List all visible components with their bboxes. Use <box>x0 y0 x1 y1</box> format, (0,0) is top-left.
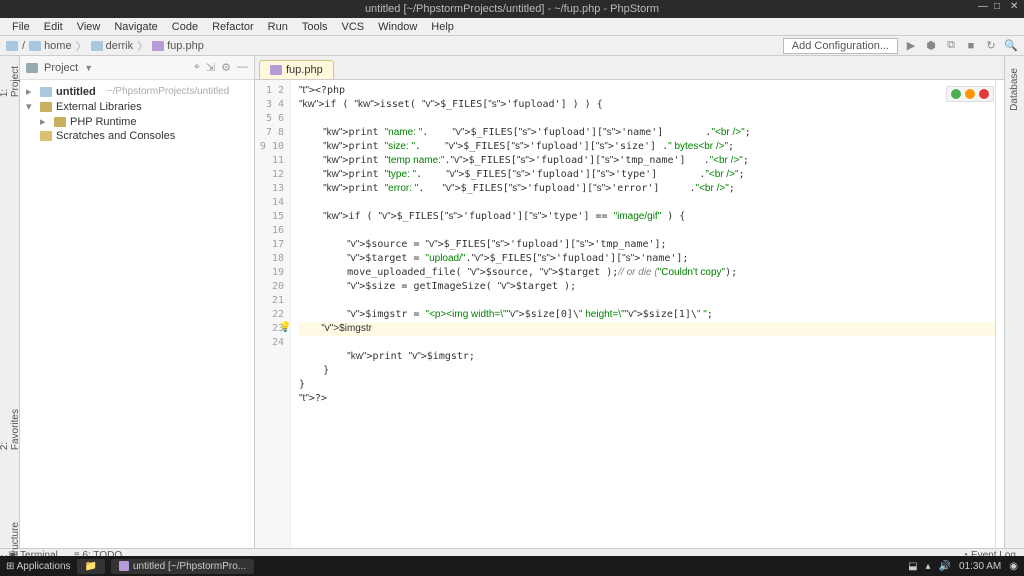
gutter: 1 2 3 4 5 6 7 8 9 10 11 12 13 14 15 16 1… <box>255 80 291 548</box>
folder-icon <box>91 41 103 51</box>
menu-edit[interactable]: Edit <box>38 19 69 35</box>
editor-tabs: fup.php <box>255 56 1004 80</box>
editor-body[interactable]: 1 2 3 4 5 6 7 8 9 10 11 12 13 14 15 16 1… <box>255 80 1004 548</box>
update-icon[interactable]: ↻ <box>984 39 998 53</box>
editor-tab-label: fup.php <box>286 64 323 76</box>
stop-icon[interactable]: ■ <box>964 39 978 53</box>
debug-icon[interactable]: ⬢ <box>924 39 938 53</box>
menu-tools[interactable]: Tools <box>296 19 334 35</box>
menu-vcs[interactable]: VCS <box>336 19 371 35</box>
menu-refactor[interactable]: Refactor <box>206 19 260 35</box>
minimize-icon[interactable]: — <box>978 2 988 12</box>
left-tool-strip: 1: Project 2: Favorites 7: Structure <box>0 56 20 548</box>
search-icon[interactable]: 🔍 <box>1004 39 1018 53</box>
menubar: File Edit View Navigate Code Refactor Ru… <box>0 18 1024 36</box>
close-icon[interactable]: ✕ <box>1010 2 1020 12</box>
menu-code[interactable]: Code <box>166 19 204 35</box>
folder-icon <box>29 41 41 51</box>
sidebar-tab-favorites[interactable]: 2: Favorites <box>0 403 21 456</box>
menu-view[interactable]: View <box>71 19 107 35</box>
breadcrumb-file[interactable]: fup.php <box>152 40 204 52</box>
maximize-icon[interactable]: □ <box>994 2 1004 12</box>
breadcrumb-bar: / home〉 derrik〉 fup.php Add Configuratio… <box>0 36 1024 56</box>
sidebar-tab-database[interactable]: Database <box>1009 62 1020 117</box>
right-tool-strip: Database <box>1004 56 1024 548</box>
chevron-down-icon[interactable]: ▼ <box>84 63 93 73</box>
browser-preview-icons <box>946 86 994 102</box>
right-margin-guide <box>995 80 996 548</box>
tray-user-icon[interactable]: ◉ <box>1009 561 1018 572</box>
library-icon <box>40 102 52 112</box>
menu-file[interactable]: File <box>6 19 36 35</box>
folder-icon <box>6 41 18 51</box>
project-tree[interactable]: ▸untitled ~/PhpstormProjects/untitled ▾E… <box>20 80 254 147</box>
tray-clock[interactable]: 01:30 AM <box>959 561 1001 572</box>
tray-network-icon[interactable]: ▴ <box>926 561 931 572</box>
locate-icon[interactable]: ⌖ <box>194 61 200 74</box>
menu-navigate[interactable]: Navigate <box>108 19 163 35</box>
tray-volume-icon[interactable]: 🔊 <box>939 561 951 572</box>
tree-scratches[interactable]: Scratches and Consoles <box>56 130 175 142</box>
applications-menu[interactable]: ⊞ Applications <box>6 561 71 572</box>
firefox-icon[interactable] <box>965 89 975 99</box>
sidebar-tab-project[interactable]: 1: Project <box>0 60 21 103</box>
intention-bulb-icon[interactable]: 💡 <box>279 322 291 333</box>
code-area[interactable]: "t"><?php "kw">if ( "kw">isset( "v">$_FI… <box>291 80 1004 548</box>
hide-panel-icon[interactable]: — <box>237 61 248 74</box>
editor: fup.php 1 2 3 4 5 6 7 8 9 10 11 12 13 14… <box>255 56 1004 548</box>
folder-icon <box>40 87 52 97</box>
project-panel: Project ▼ ⌖ ⇲ ⚙ — ▸untitled ~/PhpstormPr… <box>20 56 255 548</box>
menu-help[interactable]: Help <box>425 19 460 35</box>
opera-icon[interactable] <box>979 89 989 99</box>
scratches-icon <box>40 131 52 141</box>
folder-icon <box>54 117 66 127</box>
php-file-icon <box>152 41 164 51</box>
project-panel-icon <box>26 63 38 73</box>
tree-root[interactable]: untitled <box>56 86 96 98</box>
chrome-icon[interactable] <box>951 89 961 99</box>
breadcrumb-user[interactable]: derrik <box>91 40 134 52</box>
breadcrumb-home[interactable]: home <box>29 40 72 52</box>
tree-php-runtime[interactable]: PHP Runtime <box>70 116 136 128</box>
menu-run[interactable]: Run <box>262 19 294 35</box>
menu-window[interactable]: Window <box>372 19 423 35</box>
window-title: untitled [~/PhpstormProjects/untitled] -… <box>365 3 659 15</box>
coverage-icon[interactable]: ⧉ <box>944 39 958 53</box>
run-icon[interactable]: ▶ <box>904 39 918 53</box>
gear-icon[interactable]: ⚙ <box>221 61 231 74</box>
tray-dropbox-icon[interactable]: ⬓ <box>908 561 917 572</box>
collapse-icon[interactable]: ⇲ <box>206 61 215 74</box>
os-titlebar: untitled [~/PhpstormProjects/untitled] -… <box>0 0 1024 18</box>
tree-ext-lib[interactable]: External Libraries <box>56 101 142 113</box>
editor-tab-fup[interactable]: fup.php <box>259 60 334 79</box>
os-taskbar: ⊞ Applications 📁 untitled [~/PhpstormPro… <box>0 556 1024 576</box>
php-file-icon <box>270 65 282 75</box>
add-configuration-button[interactable]: Add Configuration... <box>783 38 898 54</box>
taskbar-app-phpstorm[interactable]: untitled [~/PhpstormPro... <box>111 559 254 574</box>
taskbar-app-files[interactable]: 📁 <box>77 559 105 574</box>
project-panel-title: Project <box>44 62 78 74</box>
